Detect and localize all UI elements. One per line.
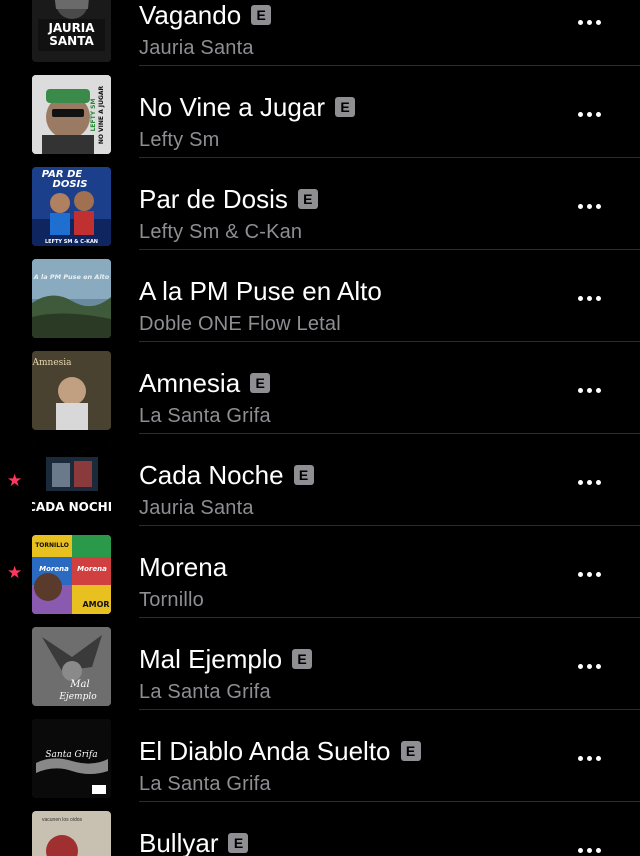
explicit-badge: E [228,833,249,853]
ellipsis-icon [578,572,583,577]
album-art: NO VINE A JUGAR LEFTY SM [32,75,111,154]
album-art: TORNILLO Morena Morena AMOR [32,535,111,614]
ellipsis-icon [578,204,583,209]
track-row[interactable]: Mal Ejemplo Mal Ejemplo E La Santa Grifa [0,618,640,710]
track-artist: La Santa Grifa [139,405,271,427]
album-art: A la PM Puse en Alto [32,259,111,338]
explicit-badge: E [292,649,313,669]
track-title: Morena [139,552,228,582]
ellipsis-icon [578,388,583,393]
track-title: Par de Dosis [139,184,288,214]
album-art-text: vacunen los oidos [42,817,83,823]
track-row[interactable]: A la PM Puse en Alto A la PM Puse en Alt… [0,250,640,342]
track-title: Vagando [139,0,242,30]
track-title: El Diablo Anda Suelto [139,736,391,766]
track-title: Amnesia [139,368,241,398]
album-art: vacunen los oidos [32,811,111,856]
album-art: PAR DE DOSIS LEFTY SM & C-KAN [32,167,111,246]
track-artist: Lefty Sm & C-Kan [139,221,303,243]
track-title: No Vine a Jugar [139,92,325,122]
track-title: Mal Ejemplo [139,644,283,674]
favorite-star-icon: ★ [7,563,23,582]
album-art-text: A la PM Puse en Alto [33,273,110,281]
album-art-text: Morena [77,565,107,573]
album-art-text: JAURIA [47,21,95,35]
album-art-text: Santa Grifa [45,750,97,760]
album-art: Mal Ejemplo [32,627,111,706]
more-options-button[interactable] [570,12,610,32]
ellipsis-icon [578,112,583,117]
more-options-button[interactable] [570,840,610,856]
more-options-button[interactable] [570,380,610,400]
track-title: Bullyar [139,828,219,856]
album-art: Amnesia [32,351,111,430]
ellipsis-icon [578,480,583,485]
track-artist: La Santa Grifa [139,681,271,703]
track-row[interactable]: JAURIA SANTA Vagando E Jauria Santa [0,0,640,66]
explicit-badge: E [297,189,318,209]
album-art-text: TORNILLO [35,542,69,549]
more-options-button[interactable] [570,196,610,216]
ellipsis-icon [578,756,583,761]
ellipsis-icon [578,664,583,669]
more-options-button[interactable] [570,288,610,308]
album-art-text: Ejemplo [58,692,97,702]
track-row[interactable]: vacunen los oidos Bullyar E [0,802,640,856]
more-options-button[interactable] [570,748,610,768]
album-art: Santa Grifa [32,719,111,798]
album-art: JAURIA SANTA [32,0,111,62]
album-art-text: Morena [39,565,69,573]
ellipsis-icon [578,296,583,301]
track-row[interactable]: ★ TORNILLO Morena Morena AMOR Morena Tor… [0,526,640,618]
track-title: Cada Noche [139,460,284,490]
track-artist: La Santa Grifa [139,773,271,795]
more-options-button[interactable] [570,104,610,124]
track-artist: Doble ONE Flow Letal [139,313,341,335]
explicit-badge: E [334,97,355,117]
explicit-badge: E [400,741,421,761]
album-art-text: DOSIS [53,179,88,190]
album-art: CADA NOCHE [32,443,111,522]
track-row[interactable]: Amnesia Amnesia E La Santa Grifa [0,342,640,434]
explicit-badge: E [250,373,271,393]
album-art-text: Mal [69,679,89,690]
favorite-star-icon: ★ [7,471,23,490]
album-art-text: CADA NOCHE [32,500,111,514]
album-art-text: LEFTY SM & C-KAN [45,239,98,245]
track-row[interactable]: NO VINE A JUGAR LEFTY SM No Vine a Jugar… [0,66,640,158]
track-row[interactable]: Santa Grifa El Diablo Anda Suelto E La S… [0,710,640,802]
track-title: A la PM Puse en Alto [139,276,382,306]
album-art-text: NO VINE A JUGAR [98,85,105,144]
more-options-button[interactable] [570,564,610,584]
track-artist: Jauria Santa [139,497,254,519]
track-row[interactable]: ★ CADA NOCHE Cada Noche E Jauria Santa [0,434,640,526]
track-artist: Tornillo [139,589,204,611]
explicit-badge: E [251,5,272,25]
album-art-text: SANTA [49,34,94,48]
explicit-badge: E [293,465,314,485]
album-art-text: AMOR [82,600,109,609]
album-art-text: Amnesia [32,358,72,368]
album-art-text: LEFTY SM [90,99,97,132]
track-row[interactable]: PAR DE DOSIS LEFTY SM & C-KAN Par de Dos… [0,158,640,250]
more-options-button[interactable] [570,472,610,492]
track-artist: Lefty Sm [139,129,220,151]
more-options-button[interactable] [570,656,610,676]
ellipsis-icon [578,20,583,25]
track-artist: Jauria Santa [139,37,254,59]
ellipsis-icon [578,848,583,853]
track-list: JAURIA SANTA Vagando E Jauria Santa NO V… [0,0,640,856]
